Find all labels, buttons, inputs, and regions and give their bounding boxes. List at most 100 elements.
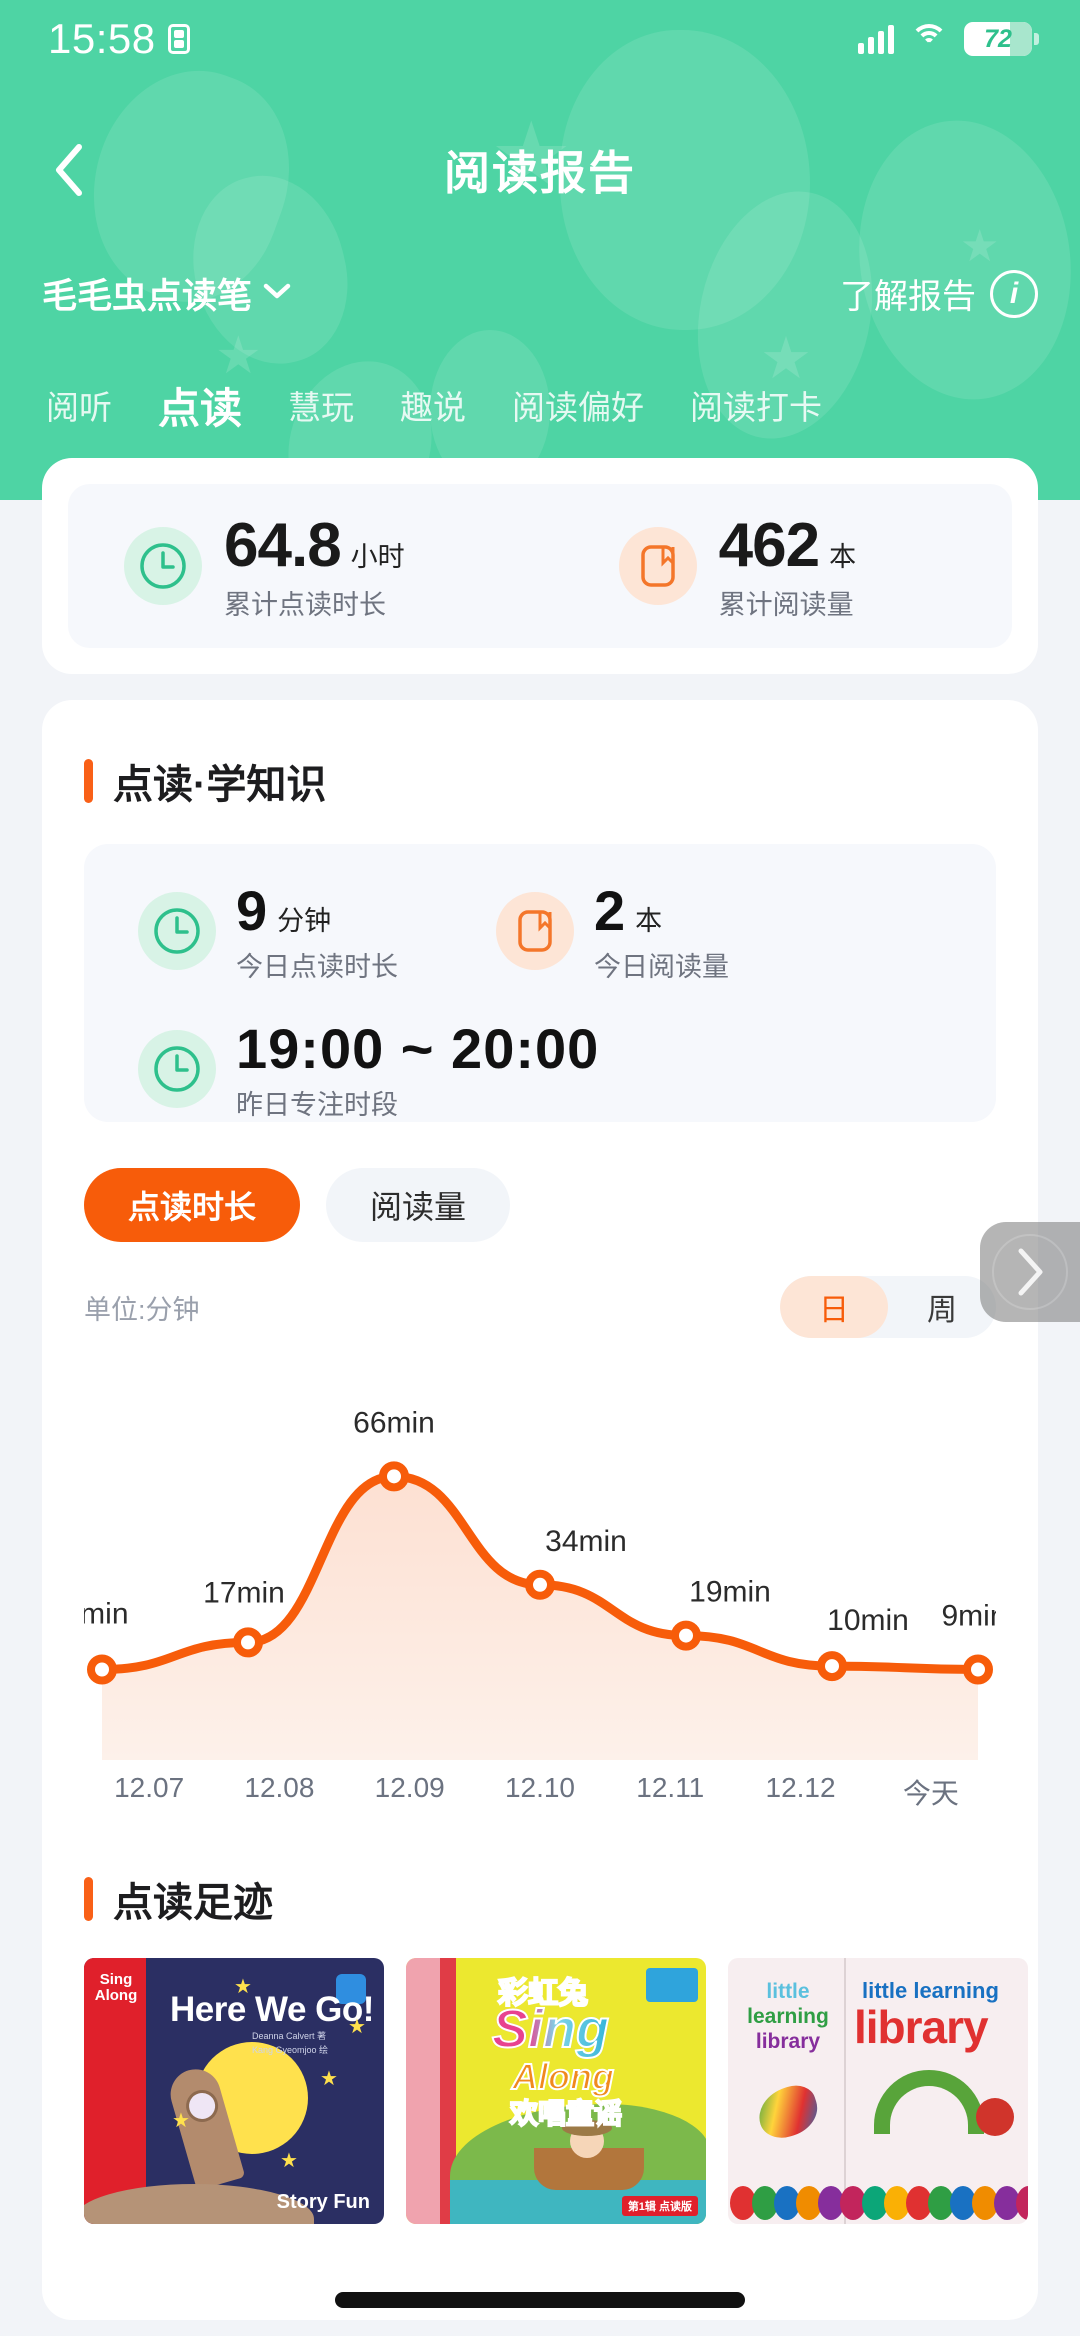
- book-cover-little-learning-library[interactable]: little learning library little learning …: [728, 1958, 1028, 2224]
- learn-report-button[interactable]: 了解报告 i: [840, 269, 1038, 318]
- chart-point[interactable]: [817, 1651, 847, 1682]
- chart-point-label: 9min: [941, 1600, 996, 1633]
- star-icon: ★: [234, 1976, 252, 1998]
- chart-point[interactable]: [963, 1654, 993, 1685]
- chart-point-label: 66min: [353, 1406, 435, 1439]
- footprint-section-header: 点读足迹: [42, 1812, 1038, 1928]
- book-spine-title: little learning library: [742, 1980, 834, 2054]
- total-books-label: 累计阅读量: [718, 590, 854, 620]
- today-time-stat: 9 分钟 今日点读时长: [138, 878, 398, 984]
- device-selector[interactable]: 毛毛虫点读笔: [42, 268, 292, 319]
- total-time-value: 64.8: [224, 511, 342, 580]
- x-tick-0: 12.07: [114, 1772, 185, 1803]
- stat-text-group: 462 本 累计阅读量: [719, 510, 856, 622]
- caterpillar-head-icon: [976, 2098, 1014, 2136]
- stat-value-row: 462 本: [719, 510, 856, 581]
- battery-icon: 72: [964, 22, 1039, 56]
- total-time-label: 累计点读时长: [224, 590, 386, 620]
- book-author-1: Deanna Calvert 著: [252, 2031, 327, 2041]
- x-tick-2: 12.09: [374, 1772, 445, 1803]
- chart-point[interactable]: [87, 1654, 117, 1685]
- book-cover-sing-along[interactable]: 彩虹兔 Sing Along 欢唱童谣 第1辑 点读版: [406, 1958, 706, 2224]
- today-books-stat: 2 本 今日阅读量: [496, 878, 729, 984]
- book-spine: [406, 1958, 440, 2224]
- next-page-button[interactable]: [980, 1222, 1080, 1322]
- x-tick-5: 12.12: [765, 1772, 836, 1803]
- tab-reading-checkin[interactable]: 阅读打卡: [690, 381, 822, 429]
- metric-pill-volume[interactable]: 阅读量: [326, 1168, 511, 1242]
- today-time-value: 9: [236, 879, 268, 942]
- total-reading-time-stat: 64.8 小时 累计点读时长: [124, 510, 405, 622]
- butterfly-illustration-icon: [752, 2079, 824, 2145]
- metric-toggle-group: 点读时长 阅读量: [42, 1122, 1038, 1242]
- chart-point-label: 34min: [545, 1525, 627, 1558]
- summary-panel: 64.8 小时 累计点读时长 462 本 累计阅读量: [68, 484, 1012, 648]
- status-bar: 15:58 72: [0, 0, 1080, 78]
- device-name-label: 毛毛虫点读笔: [42, 277, 253, 316]
- book-footer-label: Story Fun: [276, 2191, 370, 2213]
- tab-qushuo[interactable]: 趣说: [400, 381, 466, 429]
- reading-time-line-chart[interactable]: 9min 17min 66min 34min 19min 10min 9min: [84, 1348, 996, 1768]
- dot-border-decor: [728, 2178, 1028, 2224]
- book-icon: [496, 892, 574, 970]
- battery-level: 72: [984, 24, 1012, 53]
- clock-icon: [138, 1030, 216, 1108]
- focus-period-stat: 19:00 ~ 20:00 昨日专注时段: [138, 1016, 599, 1122]
- chart-point[interactable]: [525, 1569, 555, 1600]
- footprint-section-title: 点读足迹: [113, 1881, 273, 1925]
- chevron-down-icon: [262, 281, 292, 306]
- total-books-unit: 本: [829, 542, 857, 572]
- x-tick-6: 今天: [902, 1778, 959, 1809]
- x-tick-1: 12.08: [244, 1772, 315, 1803]
- clock-icon: [138, 892, 216, 970]
- age-badge: [646, 1968, 698, 2002]
- status-bar-right: 72: [858, 22, 1039, 56]
- stat-text-group: 9 分钟 今日点读时长: [236, 878, 398, 984]
- spine-line-2: learning: [747, 2004, 829, 2028]
- book-carousel[interactable]: Sing Along Here We Go! Deanna Calvert 著 …: [42, 1928, 1038, 2224]
- tab-huiwan[interactable]: 慧玩: [288, 381, 354, 429]
- book-subtitle-cn: 欢唱童谣: [509, 2097, 623, 2130]
- learn-report-label: 了解报告: [840, 278, 976, 316]
- section-accent-bar: [84, 1877, 93, 1921]
- chart-point[interactable]: [233, 1627, 263, 1658]
- wifi-icon: [910, 24, 948, 54]
- knowledge-card: 点读·学知识 9 分钟 今日点读时长 2 本 今日阅读量 19:00 ~ 20:…: [42, 700, 1038, 2320]
- book-title: Here We Go!: [170, 1990, 374, 2029]
- chart-unit-label: 单位:分钟: [84, 1294, 200, 1325]
- today-time-unit: 分钟: [277, 906, 332, 936]
- clock-icon: [124, 527, 202, 605]
- x-tick-4: 12.11: [636, 1772, 705, 1803]
- book-cover-here-we-go[interactable]: Sing Along Here We Go! Deanna Calvert 著 …: [84, 1958, 384, 2224]
- today-books-label: 今日阅读量: [594, 952, 729, 982]
- book-edition-tag: 第1辑 点读版: [621, 2196, 698, 2216]
- today-stats-panel: 9 分钟 今日点读时长 2 本 今日阅读量 19:00 ~ 20:00 昨日专注…: [84, 844, 996, 1122]
- info-circle-icon: i: [990, 269, 1038, 318]
- device-row: 毛毛虫点读笔 了解报告 i: [0, 268, 1080, 319]
- chart-point-label: 19min: [689, 1576, 771, 1609]
- range-option-day[interactable]: 日: [780, 1276, 888, 1338]
- page-title: 阅读报告: [444, 147, 636, 199]
- caterpillar-illustration-icon: [874, 2070, 984, 2134]
- today-books-unit: 本: [635, 906, 663, 936]
- tab-diandu[interactable]: 点读: [158, 375, 242, 436]
- chart-point[interactable]: [379, 1461, 409, 1492]
- tab-yueting[interactable]: 阅听: [46, 381, 112, 429]
- total-books-stat: 462 本 累计阅读量: [618, 510, 856, 622]
- book-title-en-line1: Sing: [491, 1998, 610, 2060]
- metric-pill-duration[interactable]: 点读时长: [84, 1168, 301, 1242]
- spine-line-3: library: [755, 2029, 821, 2053]
- back-chevron-icon[interactable]: [34, 135, 104, 205]
- chart-point[interactable]: [671, 1620, 701, 1651]
- knowledge-section-header: 点读·学知识: [42, 700, 1038, 810]
- star-icon: ★: [320, 2068, 338, 2090]
- stat-value-row: 9 分钟: [236, 878, 398, 943]
- book-title-line2: library: [854, 2000, 989, 2054]
- chart-point-label: 9min: [84, 1598, 129, 1631]
- cover-title-main: library: [854, 2001, 989, 2053]
- focus-period-value: 19:00 ~ 20:00: [236, 1017, 600, 1080]
- tab-reading-preference[interactable]: 阅读偏好: [512, 381, 644, 429]
- home-indicator: [335, 2292, 745, 2308]
- stat-text-group: 64.8 小时 累计点读时长: [224, 510, 405, 622]
- stat-value-row: 2 本: [594, 878, 729, 943]
